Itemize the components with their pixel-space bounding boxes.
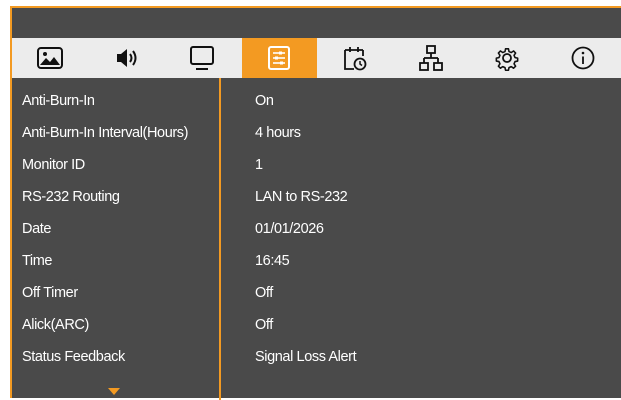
setting-value: Signal Loss Alert: [255, 349, 357, 365]
setting-row-off-timer[interactable]: Off Timer Off: [12, 277, 612, 309]
setting-value: 16:45: [255, 253, 290, 269]
monitor-icon: [190, 46, 215, 70]
network-icon: [418, 45, 443, 71]
setting-row-time[interactable]: Time 16:45: [12, 245, 612, 277]
setting-row-monitor-id[interactable]: Monitor ID 1: [12, 149, 612, 181]
tab-schedule[interactable]: [317, 38, 393, 78]
tab-audio[interactable]: [88, 38, 164, 78]
tab-settings[interactable]: [242, 38, 317, 78]
setting-label: Anti-Burn-In Interval(Hours): [22, 125, 189, 141]
scroll-down-arrow-icon[interactable]: [108, 388, 120, 395]
osd-menu: Anti-Burn-In On Anti-Burn-In Interval(Ho…: [10, 6, 621, 400]
setting-label: Alick(ARC): [22, 317, 89, 333]
setting-label: Off Timer: [22, 285, 78, 301]
setting-row-anti-burn-in-interval[interactable]: Anti-Burn-In Interval(Hours) 4 hours: [12, 117, 612, 149]
calendar-clock-icon: [343, 47, 366, 71]
setting-label: Status Feedback: [22, 349, 125, 365]
tab-display[interactable]: [164, 38, 240, 78]
setting-label: Monitor ID: [22, 157, 85, 173]
setting-value: 4 hours: [255, 125, 301, 141]
setting-row-status-feedback[interactable]: Status Feedback Signal Loss Alert: [12, 341, 612, 373]
tab-information[interactable]: [545, 38, 621, 78]
tab-picture[interactable]: [12, 38, 88, 78]
info-icon: [571, 46, 595, 70]
settings-list: Anti-Burn-In On Anti-Burn-In Interval(Ho…: [12, 78, 357, 400]
setting-label: Time: [22, 253, 53, 269]
title-bar: [12, 8, 621, 38]
setting-label: Date: [22, 221, 52, 237]
setting-label: Anti-Burn-In: [22, 93, 95, 109]
gear-icon: [495, 48, 519, 72]
setting-value: LAN to RS-232: [255, 189, 348, 205]
setting-value: Off: [255, 285, 273, 301]
settings-list-icon: [268, 46, 291, 70]
setting-label: RS-232 Routing: [22, 189, 120, 205]
tab-network[interactable]: [393, 38, 469, 78]
speaker-icon: [117, 49, 137, 67]
category-tab-bar: [12, 38, 621, 78]
setting-row-rs232-routing[interactable]: RS-232 Routing LAN to RS-232: [12, 181, 612, 213]
setting-row-date[interactable]: Date 01/01/2026: [12, 213, 612, 245]
setting-value: Off: [255, 317, 273, 333]
picture-icon: [37, 47, 64, 69]
setting-value: 1: [255, 157, 263, 173]
tab-system[interactable]: [469, 38, 545, 78]
setting-value: 01/01/2026: [255, 221, 324, 237]
setting-value: On: [255, 93, 274, 109]
setting-row-arc[interactable]: Alick(ARC) Off: [12, 309, 612, 341]
setting-row-anti-burn-in[interactable]: Anti-Burn-In On: [12, 85, 612, 117]
